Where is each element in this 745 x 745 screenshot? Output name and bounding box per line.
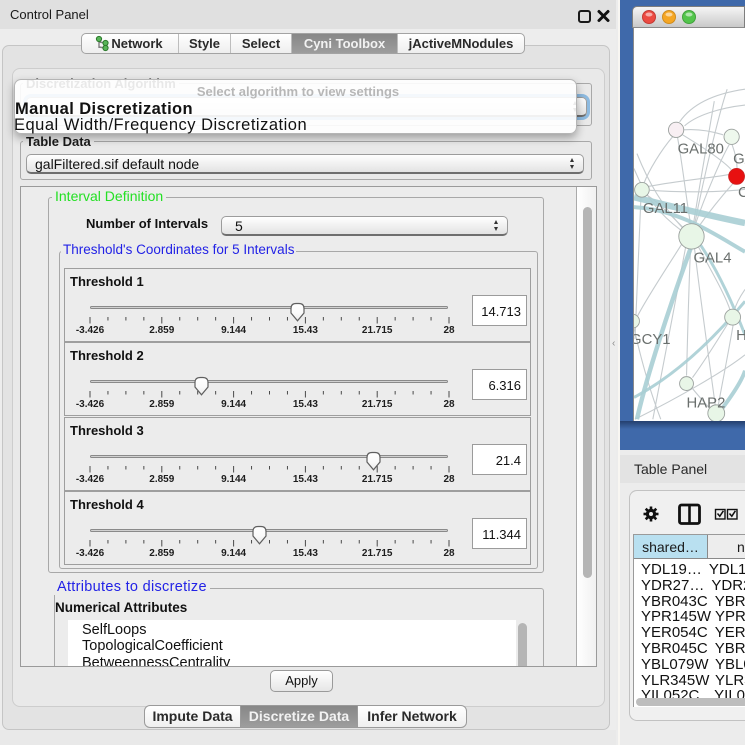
svg-text:C: C bbox=[738, 185, 745, 201]
svg-text:GA: GA bbox=[733, 152, 745, 168]
svg-text:H: H bbox=[736, 328, 745, 344]
svg-text:GCY1: GCY1 bbox=[633, 332, 671, 348]
svg-text:GAL80: GAL80 bbox=[678, 142, 724, 158]
svg-text:HAP2: HAP2 bbox=[687, 395, 726, 411]
svg-text:GAL4: GAL4 bbox=[693, 251, 731, 267]
svg-text:GAL11: GAL11 bbox=[643, 201, 688, 217]
